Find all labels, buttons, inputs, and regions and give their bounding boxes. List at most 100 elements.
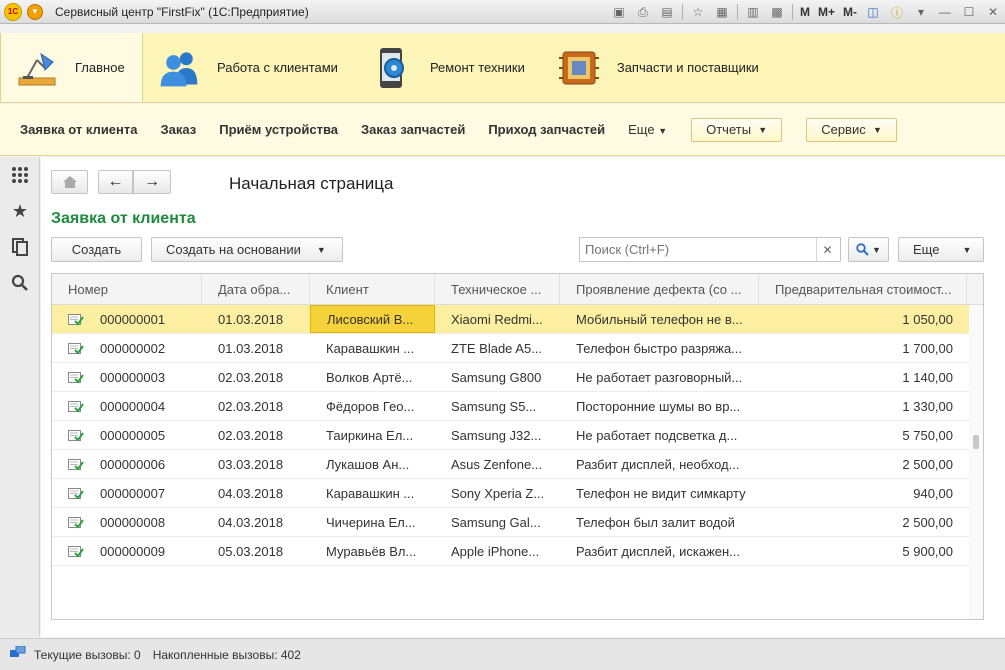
cell-cost: 1 140,00 [759, 363, 967, 391]
apps-grid-icon[interactable] [0, 157, 40, 193]
table-row[interactable]: 000000003 02.03.2018 Волков Артё... Samsung… [52, 363, 983, 392]
cell-defect-text: Не работает подсветка д... [576, 427, 738, 443]
vertical-scrollbar[interactable] [969, 305, 983, 619]
func-more-menu[interactable]: Еще ▼ [628, 122, 667, 137]
reports-button[interactable]: Отчеты ▼ [691, 117, 783, 142]
info-icon[interactable]: ⓘ [888, 4, 906, 20]
favorites-add-icon[interactable]: ☆ [689, 4, 707, 20]
arrow-right-icon: → [144, 173, 160, 190]
table-row[interactable]: 000000001 01.03.2018 Лисовский В... Xiaomi … [52, 305, 983, 334]
cell-date-text: 02.03.2018 [218, 369, 284, 385]
favorites-star-icon[interactable]: ★ [0, 193, 40, 229]
clear-icon[interactable]: ✕ [816, 238, 838, 261]
print-icon[interactable]: ⎙ [634, 4, 652, 20]
cell-device: Sony Xperia Z... [435, 479, 560, 507]
section-main[interactable]: Главное [0, 33, 143, 102]
section-label: Запчасти и поставщики [616, 60, 759, 75]
document-posted-icon [68, 313, 84, 326]
scrollbar-thumb[interactable] [973, 435, 979, 449]
memory-m-button[interactable]: M [800, 5, 810, 19]
back-button[interactable]: ← [98, 170, 133, 194]
service-button[interactable]: Сервис ▼ [806, 117, 897, 142]
func-order[interactable]: Заказ [161, 122, 197, 137]
requests-table: Номер Дата обра... Клиент Техническое ..… [51, 273, 984, 620]
document-posted-icon [68, 458, 84, 471]
close-icon[interactable]: ✕ [984, 4, 1002, 20]
cell-defect: Посторонние шумы во вр... [560, 392, 759, 420]
func-parts-order[interactable]: Заказ запчастей [361, 122, 465, 137]
func-more-label: Еще [628, 122, 655, 137]
separator [791, 4, 793, 20]
table-row[interactable]: 000000002 01.03.2018 Каравашкин ... ZTE Bla… [52, 334, 983, 363]
cell-device-text: Samsung Gal... [451, 514, 541, 530]
panel-toggle-icon[interactable]: ◫ [864, 4, 882, 20]
search-options-button[interactable]: ▼ [848, 237, 889, 262]
history-icon[interactable]: ▦ [713, 4, 731, 20]
separator [736, 4, 738, 20]
column-header-cost[interactable]: Предварительная стоимост... [759, 274, 967, 304]
cell-device-text: ZTE Blade A5... [451, 340, 543, 356]
cell-client-text: Фёдоров Гео... [326, 398, 415, 414]
column-header-client[interactable]: Клиент [310, 274, 435, 304]
func-device-intake[interactable]: Приём устройства [219, 122, 338, 137]
func-parts-receipt[interactable]: Приход запчастей [488, 122, 605, 137]
cell-number-text: 000000007 [100, 485, 166, 501]
cell-defect: Разбит дисплей, искажен... [560, 537, 759, 565]
cell-client: Лисовский В... [310, 305, 435, 333]
cell-defect-text: Телефон быстро разряжа... [576, 340, 743, 356]
memory-minus-button[interactable]: M- [843, 5, 857, 19]
forward-button[interactable]: → [133, 170, 171, 194]
document-posted-icon [68, 429, 84, 442]
table-row[interactable]: 000000009 05.03.2018 Муравьёв Вл... Apple i… [52, 537, 983, 566]
cell-client: Каравашкин ... [310, 334, 435, 362]
table-row[interactable]: 000000005 02.03.2018 Таиркина Ел... Samsung… [52, 421, 983, 450]
column-header-defect[interactable]: Проявление дефекта (со ... [560, 274, 759, 304]
column-header-device[interactable]: Техническое ... [435, 274, 560, 304]
preview-icon[interactable]: ▤ [658, 4, 676, 20]
cell-defect-text: Телефон не видит симкарту [576, 485, 746, 501]
cell-defect: Не работает разговорный... [560, 363, 759, 391]
cell-defect-text: Разбит дисплей, необход... [576, 456, 740, 472]
section-repair[interactable]: Ремонт техники [356, 33, 543, 102]
cell-cost: 2 500,00 [759, 450, 967, 478]
section-clients[interactable]: Работа с клиентами [143, 33, 356, 102]
section-parts[interactable]: Запчасти и поставщики [543, 33, 777, 102]
create-button[interactable]: Создать [51, 237, 142, 262]
save-icon[interactable]: ▣ [610, 4, 628, 20]
cell-defect: Мобильный телефон не в... [560, 305, 759, 333]
chevron-down-icon: ▼ [962, 244, 972, 255]
column-header-date[interactable]: Дата обра... [202, 274, 310, 304]
history-icon[interactable] [0, 229, 40, 265]
calendar-icon[interactable]: ▥ [744, 4, 762, 20]
func-client-request[interactable]: Заявка от клиента [20, 122, 138, 137]
maximize-icon[interactable]: ☐ [960, 4, 978, 20]
memory-plus-button[interactable]: M+ [818, 5, 835, 19]
cell-client-text: Таиркина Ел... [326, 427, 414, 443]
cell-number: 000000001 [52, 305, 202, 333]
cell-client-text: Каравашкин ... [326, 485, 415, 501]
cell-cost-text: 1 700,00 [902, 340, 953, 356]
search-icon[interactable] [0, 265, 40, 301]
create-based-on-button[interactable]: Создать на основании ▼ [151, 237, 343, 262]
cell-number: 000000007 [52, 479, 202, 507]
cell-device-text: Samsung J32... [451, 427, 542, 443]
table-row[interactable]: 000000007 04.03.2018 Каравашкин ... Sony Xp… [52, 479, 983, 508]
calculator-icon[interactable]: ▩ [768, 4, 786, 20]
minimize-icon[interactable]: — [936, 4, 954, 20]
search-input[interactable] [580, 242, 816, 257]
cell-device-text: Asus Zenfone... [451, 456, 543, 472]
table-header: Номер Дата обра... Клиент Техническое ..… [52, 274, 983, 305]
home-button[interactable] [51, 170, 88, 194]
connection-icon[interactable] [10, 645, 26, 663]
cell-date-text: 03.03.2018 [218, 456, 284, 472]
table-row[interactable]: 000000006 03.03.2018 Лукашов Ан... Asus Zen… [52, 450, 983, 479]
more-actions-button[interactable]: Еще ▼ [898, 237, 984, 262]
cell-device: Samsung G800 [435, 363, 560, 391]
column-header-number[interactable]: Номер [52, 274, 202, 304]
main-menu-icon[interactable]: ▼ [27, 3, 43, 20]
table-row[interactable]: 000000004 02.03.2018 Фёдоров Гео... Samsung… [52, 392, 983, 421]
phone-gear-icon [370, 46, 414, 90]
chevron-down-icon[interactable]: ▾ [912, 4, 930, 20]
table-row[interactable]: 000000008 04.03.2018 Чичерина Ел... Samsung… [52, 508, 983, 537]
cell-date: 04.03.2018 [202, 479, 310, 507]
